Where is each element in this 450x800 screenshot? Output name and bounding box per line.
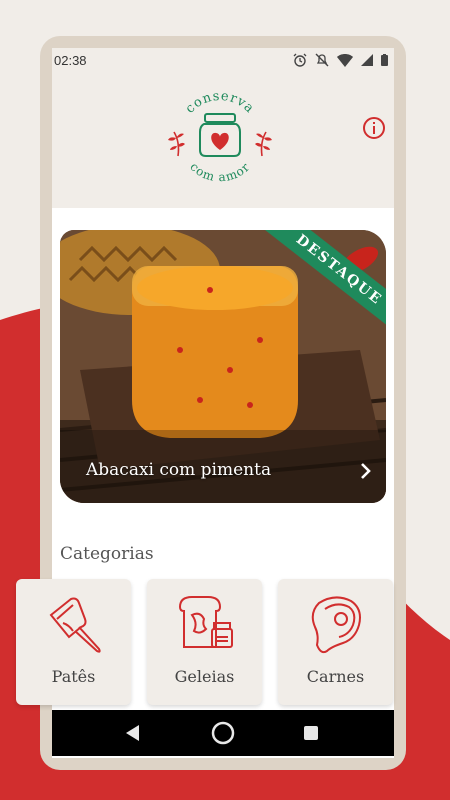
info-icon[interactable] [362,116,386,140]
status-icons [293,53,388,67]
chevron-right-icon[interactable] [356,460,376,482]
category-label: Geleias [174,667,235,686]
svg-text:conserva: conserva [183,92,258,117]
alarm-icon [293,53,307,67]
battery-icon [381,54,388,66]
featured-recipe-card[interactable]: DESTAQUE Abacaxi com pimenta [60,230,386,503]
conserva-com-amor-logo: conserva com amor [168,92,272,185]
category-card-pates[interactable]: Patês [16,579,131,705]
category-card-carnes[interactable]: Carnes [278,579,393,705]
category-label: Carnes [306,667,365,686]
notifications-off-icon [315,53,329,67]
categories-list: Patês Geleias Carnes [16,579,396,705]
bread-jam-icon [178,596,233,648]
app-header: conserva com amor [52,72,394,208]
pate-knife-icon [49,597,101,653]
svg-text:com amor: com amor [187,160,253,185]
status-bar: 02:38 [52,48,394,72]
category-label: Patês [51,667,96,686]
category-card-geleias[interactable]: Geleias [147,579,262,705]
recents-icon[interactable] [304,726,318,740]
categories-heading: Categorias [60,544,154,564]
wifi-icon [337,53,353,67]
steak-icon [311,596,361,654]
signal-icon [361,54,373,66]
featured-title: Abacaxi com pimenta [86,460,272,480]
android-nav-bar [52,710,394,756]
status-time: 02:38 [54,52,87,68]
home-icon[interactable] [211,721,235,745]
back-icon[interactable] [126,725,140,741]
